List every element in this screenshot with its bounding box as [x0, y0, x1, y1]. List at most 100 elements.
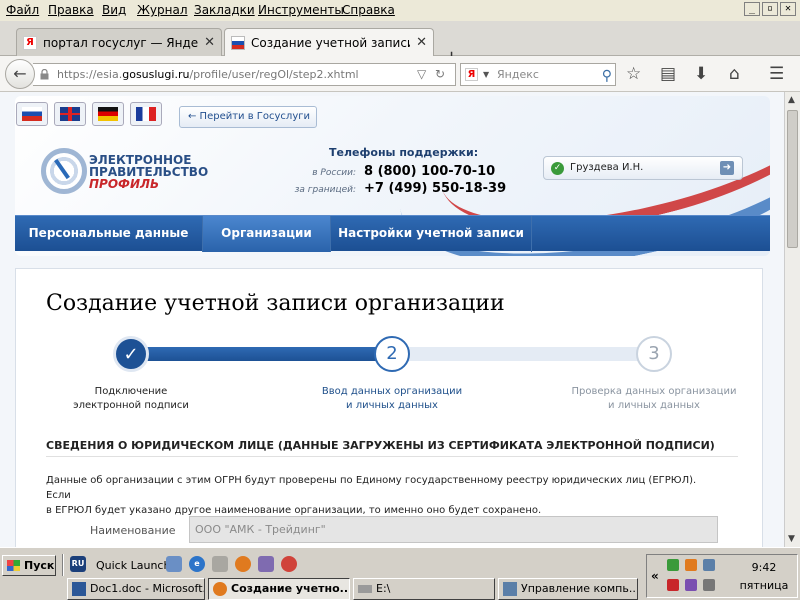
- tray-antivirus-icon[interactable]: [667, 559, 679, 571]
- step-3-circle: 3: [636, 336, 672, 372]
- url-dropdown-icon[interactable]: ▽: [417, 64, 426, 85]
- home-icon[interactable]: ⌂: [729, 64, 740, 84]
- back-button[interactable]: ←: [5, 59, 35, 89]
- word-icon: [72, 582, 86, 596]
- menu-bookmarks[interactable]: Закладки: [194, 3, 255, 17]
- menu-tools[interactable]: Инструменты: [258, 3, 344, 17]
- internet-explorer-icon[interactable]: e: [189, 556, 205, 572]
- info-text: Данные об организации с этим ОГРН будут …: [46, 475, 697, 516]
- app-icon[interactable]: [258, 556, 274, 572]
- search-icon[interactable]: ⚲: [602, 66, 612, 87]
- firefox-icon[interactable]: [235, 556, 251, 572]
- language-de-flag-icon[interactable]: [92, 102, 124, 126]
- tray-agent-icon[interactable]: [685, 579, 697, 591]
- tab-organizations[interactable]: Организации: [203, 216, 331, 252]
- taskbar: Пуск RU Quick Launch e Doc1.doc - Micros…: [0, 547, 800, 600]
- tab-create-account[interactable]: Создание учетной записи о... ✕: [224, 28, 434, 56]
- network-icon[interactable]: [212, 556, 228, 572]
- tab-account-settings[interactable]: Настройки учетной записи: [331, 216, 532, 252]
- address-bar[interactable]: https://esia.gosuslugi.ru/profile/user/r…: [33, 63, 456, 86]
- search-placeholder: Яндекс: [497, 68, 539, 81]
- tab-label: портал госуслуг — Яндекс: ...: [43, 35, 199, 50]
- goto-gosuslugi-button[interactable]: ← Перейти в Госуслуги: [179, 106, 317, 128]
- vertical-scrollbar[interactable]: ▲ ▼: [784, 92, 800, 547]
- reading-list-icon[interactable]: ▤: [660, 64, 676, 84]
- restore-button[interactable]: ▫: [762, 2, 778, 16]
- tab-yandex-search[interactable]: Я портал госуслуг — Яндекс: ... ✕: [16, 28, 222, 56]
- clock[interactable]: 9:42 пятница: [731, 559, 797, 595]
- engine-dropdown-icon[interactable]: ▼: [483, 64, 489, 85]
- logout-icon[interactable]: ➜: [720, 161, 734, 175]
- tray-app-icon[interactable]: [685, 559, 697, 571]
- tab-close-icon[interactable]: ✕: [416, 35, 427, 50]
- reload-icon[interactable]: ↻: [435, 64, 445, 85]
- start-button[interactable]: Пуск: [2, 555, 56, 576]
- org-name-field[interactable]: [189, 516, 718, 543]
- chrome-icon[interactable]: [281, 556, 297, 572]
- drive-icon: [358, 585, 372, 593]
- step-3-label: Проверка данных организации и личных дан…: [571, 386, 737, 411]
- scroll-down-icon[interactable]: ▼: [788, 534, 795, 544]
- scroll-up-icon[interactable]: ▲: [788, 95, 795, 105]
- language-fr-flag-icon[interactable]: [130, 102, 162, 126]
- tray-expand-icon[interactable]: «: [651, 569, 659, 583]
- task-explorer-drive[interactable]: E:\: [353, 578, 495, 600]
- language-ru-flag-icon[interactable]: [16, 102, 48, 126]
- abroad-phone: +7 (499) 550-18-39: [364, 181, 507, 196]
- task-firefox[interactable]: Создание учетно...: [208, 578, 350, 600]
- language-en-flag-icon[interactable]: [54, 102, 86, 126]
- tray-volume-icon[interactable]: [703, 579, 715, 591]
- downloads-icon[interactable]: ⬇: [694, 64, 708, 84]
- taskbar-separator: [62, 554, 64, 576]
- user-box: ✓ Груздева И.Н. ➜: [543, 156, 743, 180]
- yandex-favicon-icon: Я: [23, 35, 37, 50]
- menu-edit[interactable]: Правка: [48, 3, 94, 17]
- computer-management-icon: [503, 582, 517, 596]
- close-window-button[interactable]: ✕: [780, 2, 796, 16]
- search-box[interactable]: Я ▼ Яндекс ⚲: [460, 63, 616, 86]
- step-1-label: Подключение электронной подписи: [73, 386, 189, 411]
- site-nav-tabs: Персональные данные Организации Настройк…: [15, 215, 770, 252]
- show-desktop-icon[interactable]: [166, 556, 182, 572]
- quick-launch-label: Quick Launch: [96, 559, 171, 572]
- tab-label: Создание учетной записи о...: [251, 35, 410, 50]
- lock-icon: [40, 69, 49, 80]
- support-heading: Телефоны поддержки:: [329, 146, 479, 159]
- page-title: Создание учетной записи организации: [46, 291, 505, 316]
- menu-hamburger-icon[interactable]: ☰: [769, 64, 784, 84]
- site-header: ← Перейти в Госуслуги ЭЛЕКТРОННОЕ ПРАВИТ…: [15, 96, 770, 256]
- menu-bar: Файл Правка Вид Журнал Закладки Инструме…: [0, 0, 800, 21]
- navigation-bar: https://esia.gosuslugi.ru/profile/user/r…: [0, 56, 800, 92]
- task-computer-management[interactable]: Управление компь...: [498, 578, 638, 600]
- tab-close-icon[interactable]: ✕: [204, 35, 215, 50]
- menu-help[interactable]: Справка: [342, 3, 395, 17]
- yandex-engine-icon[interactable]: Я: [465, 68, 478, 81]
- progress-fill: [124, 347, 389, 361]
- scroll-thumb[interactable]: [787, 110, 798, 248]
- minimize-button[interactable]: _: [744, 2, 760, 16]
- russia-phone: 8 (800) 100-70-10: [364, 164, 496, 179]
- menu-view[interactable]: Вид: [102, 3, 126, 17]
- step-2-label: Ввод данных организации и личных данных: [321, 386, 463, 411]
- menu-history[interactable]: Журнал: [137, 3, 188, 17]
- task-word-document[interactable]: Doc1.doc - Microsoft...: [67, 578, 205, 600]
- menu-file[interactable]: Файл: [6, 3, 39, 17]
- firefox-icon: [213, 582, 227, 596]
- verified-check-icon: ✓: [551, 162, 564, 175]
- language-bar-icon[interactable]: RU: [70, 556, 86, 572]
- main-card: Создание учетной записи организации ✓ 2 …: [15, 268, 763, 547]
- step-2-circle: 2: [374, 336, 410, 372]
- page-viewport: ← Перейти в Госуслуги ЭЛЕКТРОННОЕ ПРАВИТ…: [0, 92, 784, 547]
- system-tray: « 9:42 пятница: [646, 554, 798, 598]
- tray-network-icon[interactable]: [703, 559, 715, 571]
- window-controls: _ ▫ ✕: [744, 2, 796, 16]
- gov-logo-icon[interactable]: [41, 148, 87, 194]
- russia-label: в России:: [312, 168, 356, 178]
- tray-kaspersky-icon[interactable]: [667, 579, 679, 591]
- tab-personal-data[interactable]: Персональные данные: [15, 216, 203, 252]
- tab-strip: Я портал госуслуг — Яндекс: ... ✕ Создан…: [0, 21, 800, 67]
- bookmark-star-icon[interactable]: ☆: [626, 64, 641, 84]
- user-name[interactable]: Груздева И.Н.: [570, 162, 643, 173]
- windows-logo-icon: [7, 560, 20, 571]
- logo-text[interactable]: ЭЛЕКТРОННОЕ ПРАВИТЕЛЬСТВО ПРОФИЛЬ: [89, 154, 208, 190]
